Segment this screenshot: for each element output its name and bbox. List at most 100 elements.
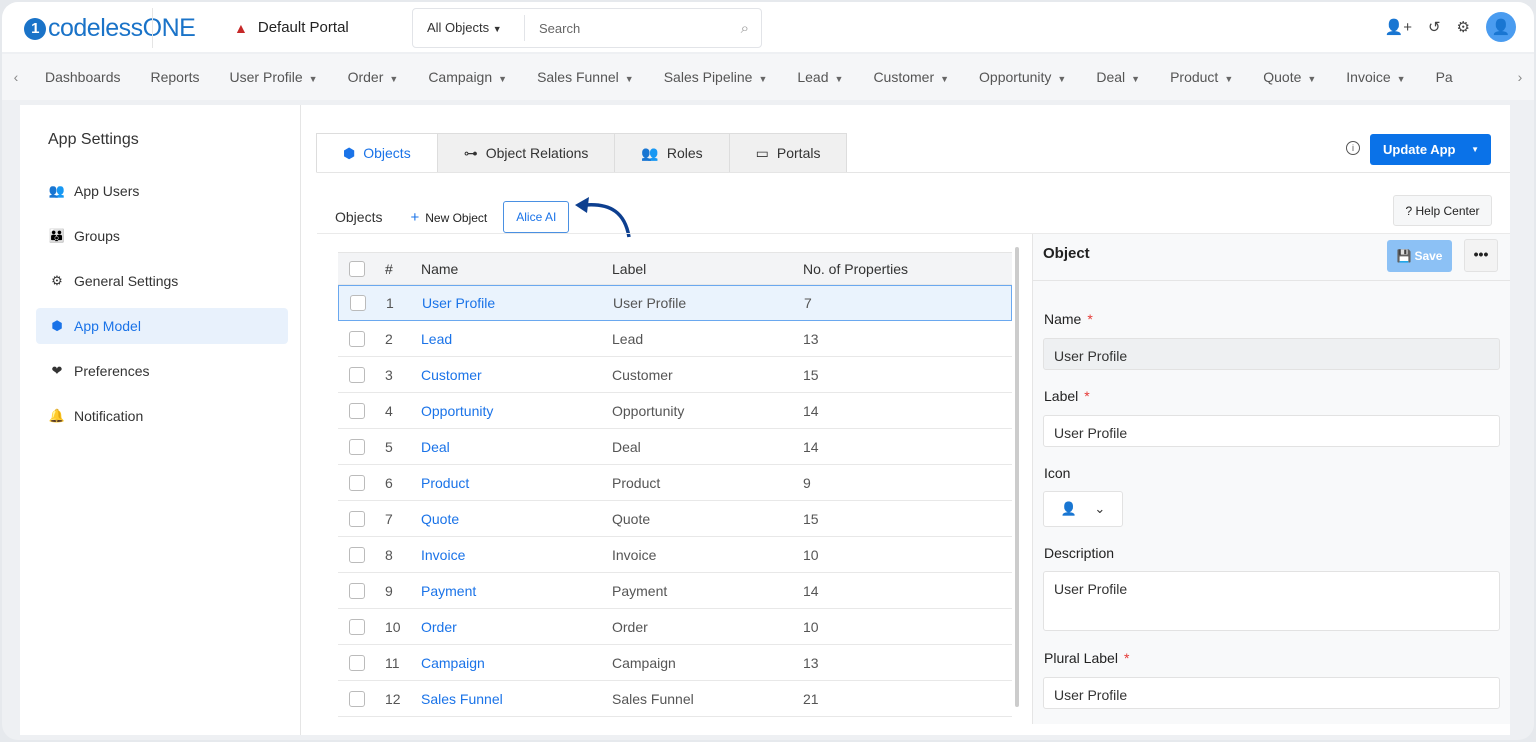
- table-row[interactable]: 11 Campaign Campaign 13: [338, 645, 1012, 681]
- row-checkbox[interactable]: [349, 510, 365, 527]
- nav-item-reports[interactable]: Reports: [151, 69, 200, 85]
- column-header[interactable]: #: [385, 261, 421, 277]
- nav-item-opportunity[interactable]: Opportunity ▼: [979, 69, 1066, 85]
- nav-item-campaign[interactable]: Campaign ▼: [428, 69, 507, 85]
- search-input[interactable]: Search: [525, 21, 741, 36]
- object-name-link[interactable]: Product: [421, 475, 612, 491]
- object-name-link[interactable]: Payment: [421, 583, 612, 599]
- sidebar-item-preferences[interactable]: ❤ Preferences: [36, 353, 288, 389]
- nav-item-order[interactable]: Order ▼: [348, 69, 399, 85]
- row-checkbox[interactable]: [349, 618, 365, 635]
- row-checkbox[interactable]: [349, 402, 365, 419]
- table-row[interactable]: 4 Opportunity Opportunity 14: [338, 393, 1012, 429]
- plural-label-field[interactable]: User Profile: [1043, 677, 1500, 709]
- nav-scroll-right-icon[interactable]: ›: [1506, 69, 1534, 85]
- search-scope-select[interactable]: All Objects ▼: [413, 15, 525, 41]
- object-name-link[interactable]: Opportunity: [421, 403, 612, 419]
- object-name-link[interactable]: User Profile: [422, 295, 613, 311]
- table-row[interactable]: 8 Invoice Invoice 10: [338, 537, 1012, 573]
- nav-item-label: Sales Pipeline: [663, 69, 753, 85]
- help-center-button[interactable]: ? Help Center: [1393, 195, 1492, 226]
- history-icon[interactable]: ↺: [1428, 18, 1441, 36]
- nav-item-sales-pipeline[interactable]: Sales Pipeline ▼: [664, 69, 768, 85]
- column-header[interactable]: Label: [612, 261, 803, 277]
- nav-item-lead[interactable]: Lead ▼: [797, 69, 843, 85]
- tab-roles[interactable]: 👥 Roles: [614, 133, 730, 173]
- sidebar-item-groups[interactable]: 👪 Groups: [36, 218, 288, 254]
- row-checkbox[interactable]: [349, 582, 365, 599]
- tab-portals[interactable]: ▭ Portals: [728, 133, 848, 173]
- save-button[interactable]: 💾 Save: [1387, 240, 1452, 272]
- more-options-button[interactable]: •••: [1464, 239, 1498, 272]
- object-name-link[interactable]: Sales Funnel: [421, 691, 612, 707]
- nav-item-quote[interactable]: Quote ▼: [1263, 69, 1316, 85]
- info-icon[interactable]: i: [1346, 141, 1360, 155]
- dropdown-caret-icon[interactable]: ▼: [1471, 145, 1479, 154]
- object-name-link[interactable]: Invoice: [421, 547, 612, 563]
- main-panel: App Settings 👥 App Users 👪 Groups ⚙ General S…: [20, 105, 1510, 735]
- nav-item-user-profile[interactable]: User Profile ▼: [230, 69, 318, 85]
- row-checkbox[interactable]: [349, 546, 365, 563]
- table-row[interactable]: 3 Customer Customer 15: [338, 357, 1012, 393]
- sidebar-item-notification[interactable]: 🔔 Notification: [36, 398, 288, 434]
- select-all-checkbox[interactable]: [349, 260, 365, 277]
- sidebar-item-app-users[interactable]: 👥 App Users: [36, 173, 288, 209]
- sidebar-item-general-settings[interactable]: ⚙ General Settings: [36, 263, 288, 299]
- column-header[interactable]: Name: [421, 261, 612, 277]
- row-checkbox[interactable]: [349, 438, 365, 455]
- new-object-button[interactable]: + New Object: [410, 209, 487, 226]
- add-user-icon[interactable]: 👤+: [1385, 18, 1412, 36]
- table-row[interactable]: 6 Product Product 9: [338, 465, 1012, 501]
- table-row[interactable]: 9 Payment Payment 14: [338, 573, 1012, 609]
- nav-item-invoice[interactable]: Invoice ▼: [1346, 69, 1405, 85]
- row-checkbox[interactable]: [349, 690, 365, 707]
- property-count: 14: [803, 438, 819, 455]
- row-checkbox[interactable]: [349, 474, 365, 491]
- row-checkbox[interactable]: [349, 654, 365, 671]
- column-header[interactable]: No. of Properties: [803, 261, 908, 277]
- nav-item-label: Opportunity: [979, 69, 1052, 85]
- logo[interactable]: 1 codelessONE: [24, 14, 196, 43]
- icon-select[interactable]: 👤 ⌄: [1043, 491, 1123, 527]
- table-row[interactable]: 12 Sales Funnel Sales Funnel 21: [338, 681, 1012, 717]
- row-checkbox[interactable]: [349, 330, 365, 347]
- table-row[interactable]: 2 Lead Lead 13: [338, 321, 1012, 357]
- nav-item-label: Deal: [1096, 69, 1126, 85]
- gear-icon[interactable]: ⚙: [1457, 18, 1470, 36]
- object-name-link[interactable]: Customer: [421, 367, 612, 383]
- object-name-link[interactable]: Lead: [421, 331, 612, 347]
- nav-item-dashboards[interactable]: Dashboards: [45, 69, 121, 85]
- portal-selector[interactable]: ▲ Default Portal: [234, 19, 349, 36]
- table-row[interactable]: 7 Quote Quote 15: [338, 501, 1012, 537]
- table-scrollbar[interactable]: [1015, 247, 1019, 707]
- object-name-link[interactable]: Order: [421, 619, 612, 635]
- nav-item-pa[interactable]: Pa: [1436, 69, 1453, 85]
- avatar[interactable]: 👤: [1486, 12, 1516, 42]
- nav-item-product[interactable]: Product ▼: [1170, 69, 1233, 85]
- search-scope-label: All Objects: [427, 20, 490, 35]
- nav-item-customer[interactable]: Customer ▼: [873, 69, 949, 85]
- object-label: Opportunity: [612, 402, 685, 419]
- search-icon[interactable]: ⌕: [741, 20, 749, 37]
- row-checkbox[interactable]: [349, 366, 365, 383]
- object-name-link[interactable]: Quote: [421, 511, 612, 527]
- object-name-link[interactable]: Deal: [421, 439, 612, 455]
- update-app-button[interactable]: Update App ▼: [1370, 134, 1491, 165]
- table-row[interactable]: 1 User Profile User Profile 7: [338, 285, 1012, 321]
- label-field[interactable]: User Profile: [1043, 415, 1500, 447]
- table-row[interactable]: 10 Order Order 10: [338, 609, 1012, 645]
- alice-ai-button[interactable]: Alice AI: [503, 201, 570, 233]
- object-name-link[interactable]: Campaign: [421, 655, 612, 671]
- required-marker: *: [1087, 311, 1093, 327]
- tab-objects[interactable]: ⬢ Objects: [316, 133, 438, 173]
- row-checkbox[interactable]: [350, 295, 366, 311]
- nav-item-label: Product: [1170, 69, 1219, 85]
- description-field[interactable]: User Profile: [1043, 571, 1500, 631]
- nav-item-deal[interactable]: Deal ▼: [1096, 69, 1140, 85]
- name-field[interactable]: User Profile: [1043, 338, 1500, 370]
- table-row[interactable]: 5 Deal Deal 14: [338, 429, 1012, 465]
- tab-object-relations[interactable]: ⊶ Object Relations: [436, 133, 616, 173]
- nav-scroll-left-icon[interactable]: ‹: [2, 69, 30, 85]
- sidebar-item-app-model[interactable]: ⬢ App Model: [36, 308, 288, 344]
- nav-item-sales-funnel[interactable]: Sales Funnel ▼: [537, 69, 634, 85]
